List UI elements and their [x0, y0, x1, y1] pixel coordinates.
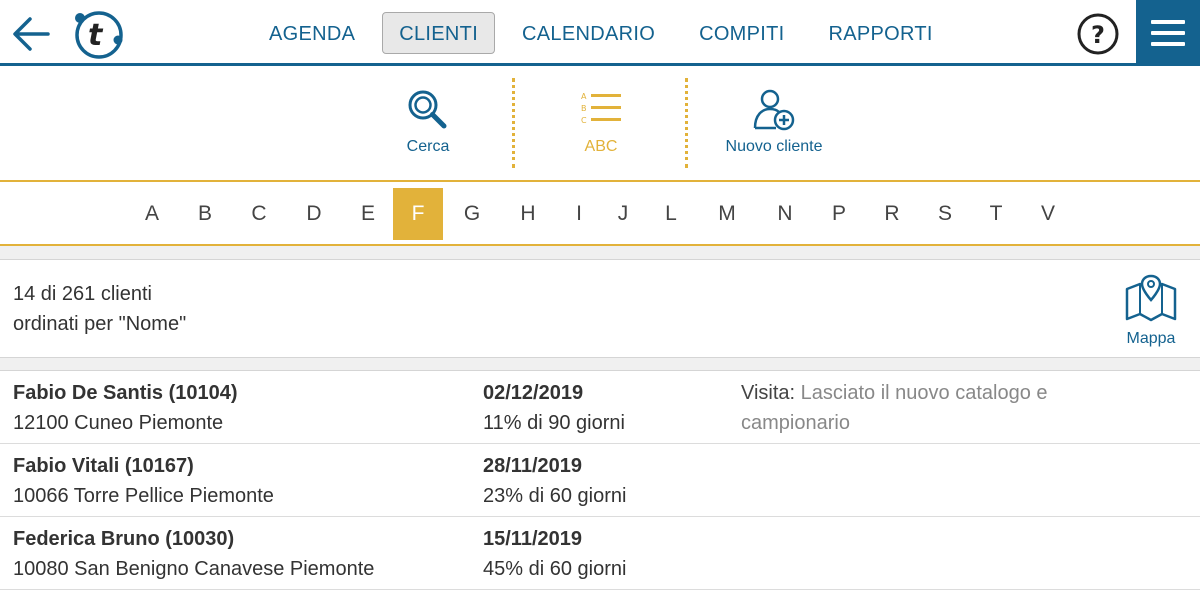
letter-filter[interactable]: I — [554, 188, 604, 240]
letter-filter[interactable]: N — [760, 188, 810, 240]
abc-sort-button[interactable]: A B C ABC — [556, 88, 646, 168]
new-client-label: Nuovo cliente — [725, 138, 823, 155]
results-summary: 14 di 261 clienti ordinati per "Nome" Ma… — [0, 261, 1200, 357]
toolbar-divider — [685, 78, 688, 168]
section-divider — [0, 357, 1200, 371]
letter-filter[interactable]: G — [447, 188, 497, 240]
nav-compiti[interactable]: COMPITI — [682, 12, 801, 54]
hamburger-menu-icon[interactable] — [1136, 0, 1200, 66]
letter-filter[interactable]: P — [814, 188, 864, 240]
nav-agenda[interactable]: AGENDA — [252, 12, 372, 54]
svg-text:A: A — [581, 92, 587, 101]
top-navigation-bar: t AGENDA CLIENTI CALENDARIO COMPITI RAPP… — [0, 0, 1200, 66]
letter-filter[interactable]: B — [180, 188, 230, 240]
search-label: Cerca — [406, 138, 450, 155]
help-glyph: ? — [1091, 21, 1105, 49]
nav-calendario[interactable]: CALENDARIO — [505, 12, 672, 54]
letter-filter[interactable]: M — [702, 188, 752, 240]
letter-filter[interactable]: E — [343, 188, 393, 240]
help-icon[interactable]: ? — [1076, 12, 1120, 56]
client-address: 10066 Torre Pellice Piemonte — [13, 485, 274, 507]
visit-note-continued: campionario — [741, 412, 850, 434]
sort-order: ordinati per "Nome" — [13, 313, 187, 335]
search-button[interactable]: Cerca — [380, 88, 476, 168]
svg-text:C: C — [581, 116, 587, 125]
client-row[interactable]: Fabio De Santis (10104) 12100 Cuneo Piem… — [0, 371, 1200, 444]
visit-note-text: Lasciato il nuovo catalogo e — [800, 382, 1048, 404]
letter-filter-active[interactable]: F — [393, 188, 443, 240]
client-name: Fabio Vitali (10167) — [13, 455, 194, 477]
client-name: Fabio De Santis (10104) — [13, 382, 238, 404]
client-row[interactable]: Fabio Vitali (10167) 10066 Torre Pellice… — [0, 444, 1200, 517]
results-count: 14 di 261 clienti — [13, 283, 152, 305]
client-address: 12100 Cuneo Piemonte — [13, 412, 224, 434]
svg-text:B: B — [581, 104, 587, 113]
client-toolbar: Cerca A B C ABC Nuovo cliente — [0, 66, 1200, 182]
new-client-button[interactable]: Nuovo cliente — [712, 88, 836, 168]
visit-frequency: 11% di 90 giorni — [483, 412, 625, 434]
search-icon — [408, 90, 447, 129]
client-row[interactable]: Federica Bruno (10030) 10080 San Benigno… — [0, 517, 1200, 590]
alphabet-index: A B C D E F G H I J L M N P R S T V — [0, 182, 1200, 246]
visit-note: Visita: Lasciato il nuovo catalogo e — [741, 378, 1048, 408]
client-name: Federica Bruno (10030) — [13, 528, 235, 550]
last-visit-date: 15/11/2019 — [483, 528, 582, 550]
visit-frequency: 45% di 60 giorni — [483, 558, 627, 580]
abc-label: ABC — [584, 138, 618, 155]
letter-filter[interactable]: C — [234, 188, 284, 240]
letter-filter[interactable]: A — [127, 188, 177, 240]
alphabetical-list-icon: A B C — [581, 92, 621, 125]
map-button[interactable]: Mappa — [1116, 273, 1186, 353]
map-label: Mappa — [1126, 330, 1176, 347]
main-nav: AGENDA CLIENTI CALENDARIO COMPITI RAPPOR… — [252, 12, 960, 54]
letter-filter[interactable]: D — [289, 188, 339, 240]
app-logo: t — [75, 11, 123, 59]
letter-filter[interactable]: H — [503, 188, 553, 240]
visit-frequency: 23% di 60 giorni — [483, 485, 627, 507]
add-user-icon — [753, 89, 795, 131]
nav-rapporti[interactable]: RAPPORTI — [812, 12, 950, 54]
client-list: Fabio De Santis (10104) 12100 Cuneo Piem… — [0, 371, 1200, 596]
visit-note-label: Visita: — [741, 382, 796, 404]
letter-filter[interactable]: L — [646, 188, 696, 240]
map-icon — [1125, 274, 1177, 322]
letter-filter[interactable]: R — [867, 188, 917, 240]
letter-filter[interactable]: T — [971, 188, 1021, 240]
svg-text:t: t — [88, 18, 104, 53]
section-divider — [0, 246, 1200, 260]
last-visit-date: 28/11/2019 — [483, 455, 582, 477]
nav-clienti[interactable]: CLIENTI — [382, 12, 496, 54]
letter-filter[interactable]: S — [920, 188, 970, 240]
toolbar-divider — [512, 78, 515, 168]
last-visit-date: 02/12/2019 — [483, 382, 584, 404]
arrow-left-icon[interactable] — [10, 14, 52, 54]
letter-filter[interactable]: V — [1023, 188, 1073, 240]
letter-filter[interactable]: J — [598, 188, 648, 240]
client-address: 10080 San Benigno Canavese Piemonte — [13, 558, 375, 580]
